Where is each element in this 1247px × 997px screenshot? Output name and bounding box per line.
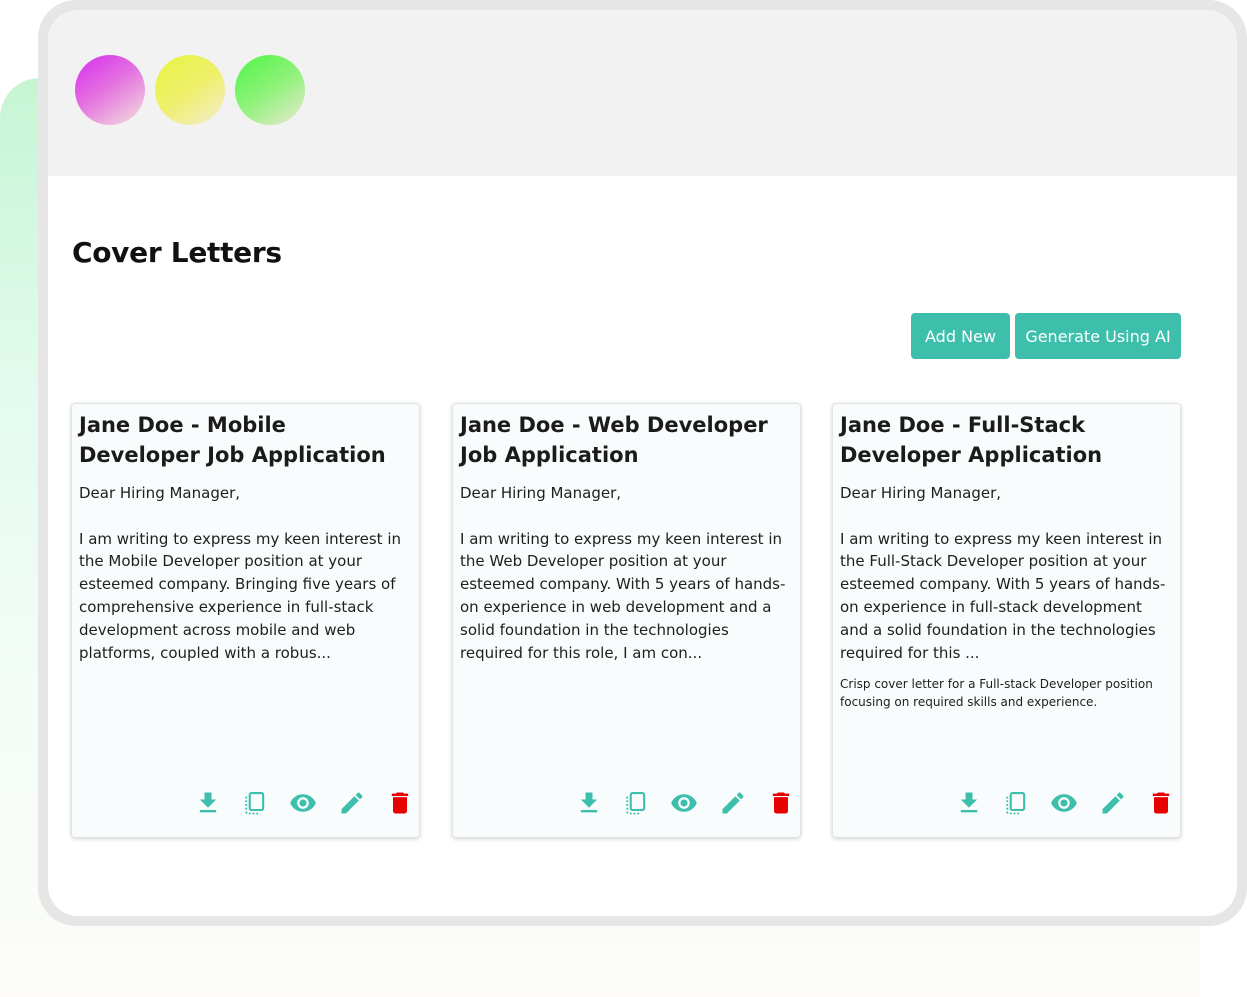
card-greeting: Dear Hiring Manager, xyxy=(460,484,622,502)
card-description: Crisp cover letter for a Full-stack Deve… xyxy=(840,677,1153,709)
download-icon[interactable] xyxy=(575,789,603,817)
card-greeting: Dear Hiring Manager, xyxy=(79,484,241,502)
card-title: Jane Doe - Full-Stack Developer Applicat… xyxy=(840,413,1103,467)
cover-letter-card[interactable]: Jane Doe - Mobile Developer Job Applicat… xyxy=(71,403,420,838)
generate-using-ai-button[interactable]: Generate Using AI xyxy=(1015,313,1181,359)
delete-icon[interactable] xyxy=(767,789,795,817)
download-icon[interactable] xyxy=(194,789,222,817)
card-title: Jane Doe - Web Developer Job Application xyxy=(460,413,768,467)
card-actions xyxy=(194,789,414,817)
window-control-magenta[interactable] xyxy=(75,55,145,125)
card-actions xyxy=(955,789,1175,817)
window-titlebar xyxy=(48,10,1237,176)
cover-letter-card[interactable]: Jane Doe - Web Developer Job Application… xyxy=(452,403,801,838)
card-excerpt-text: I am writing to express my keen interest… xyxy=(460,529,786,662)
edit-icon[interactable] xyxy=(1099,789,1127,817)
edit-icon[interactable] xyxy=(719,789,747,817)
card-greeting: Dear Hiring Manager, xyxy=(840,484,1002,502)
edit-icon[interactable] xyxy=(338,789,366,817)
cover-letter-card[interactable]: Jane Doe - Full-Stack Developer Applicat… xyxy=(832,403,1181,838)
card-excerpt-text: I am writing to express my keen interest… xyxy=(79,529,401,662)
download-icon[interactable] xyxy=(955,789,983,817)
view-icon[interactable] xyxy=(670,789,698,817)
card-excerpt: Dear Hiring Manager, I am writing to exp… xyxy=(840,482,1174,664)
delete-icon[interactable] xyxy=(386,789,414,817)
copy-icon[interactable] xyxy=(1002,789,1030,817)
page-title: Cover Letters xyxy=(72,236,282,269)
card-title: Jane Doe - Mobile Developer Job Applicat… xyxy=(79,413,386,467)
app-window-content: Cover Letters Add New Generate Using AI … xyxy=(48,10,1237,916)
view-icon[interactable] xyxy=(1050,789,1078,817)
card-excerpt: Dear Hiring Manager, I am writing to exp… xyxy=(79,482,413,664)
view-icon[interactable] xyxy=(289,789,317,817)
copy-icon[interactable] xyxy=(241,789,269,817)
card-excerpt: Dear Hiring Manager, I am writing to exp… xyxy=(460,482,794,664)
window-control-yellow[interactable] xyxy=(155,55,225,125)
add-new-button[interactable]: Add New xyxy=(911,313,1010,359)
copy-icon[interactable] xyxy=(622,789,650,817)
card-excerpt-text: I am writing to express my keen interest… xyxy=(840,529,1166,662)
window-control-green[interactable] xyxy=(235,55,305,125)
card-actions xyxy=(575,789,795,817)
delete-icon[interactable] xyxy=(1147,789,1175,817)
app-window: Cover Letters Add New Generate Using AI … xyxy=(38,0,1247,926)
